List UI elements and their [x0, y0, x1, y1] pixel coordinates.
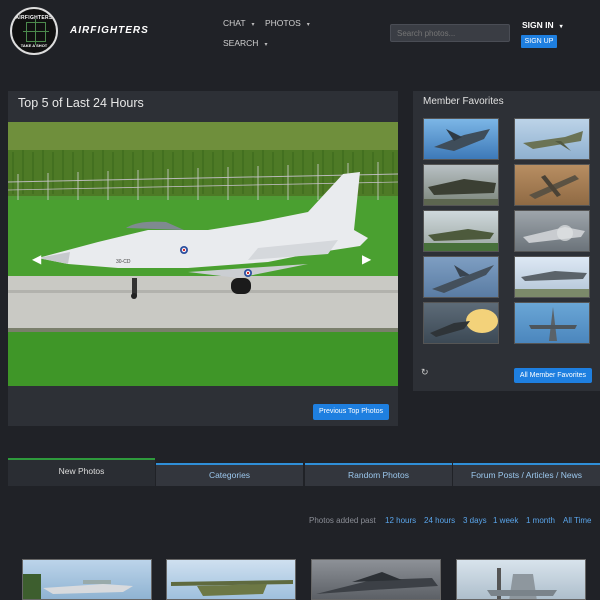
caret-down-icon: ▾	[306, 22, 310, 28]
jet-image	[523, 131, 583, 151]
filter-all-time[interactable]: All Time	[563, 516, 591, 525]
filter-3-days[interactable]: 3 days	[463, 516, 487, 525]
filter-12-hours[interactable]: 12 hours	[385, 516, 416, 525]
logo-top-text: AIRFIGHTERS	[15, 15, 53, 21]
jet-image	[529, 175, 579, 199]
hero-tail-code: 30-CD	[116, 259, 131, 265]
tab-random-photos[interactable]: Random Photos	[305, 463, 452, 486]
nav-search[interactable]: SEARCH ▾	[223, 38, 267, 48]
aircraft-image	[171, 580, 293, 596]
aircraft-image	[316, 572, 438, 594]
jet-image	[424, 179, 498, 205]
member-favorites-title: Member Favorites	[423, 96, 504, 107]
jet-image	[523, 225, 585, 243]
favorite-thumbnail[interactable]	[514, 210, 590, 252]
top5-title: Top 5 of Last 24 Hours	[18, 96, 144, 110]
site-logo[interactable]: AIRFIGHTERS TAKE A SHOT	[10, 7, 58, 55]
chevron-right-icon[interactable]: ▶	[362, 252, 371, 266]
nav-search-label: SEARCH	[223, 38, 259, 48]
jet-image	[529, 307, 577, 341]
favorite-thumbnail[interactable]	[423, 302, 499, 344]
signin-label: SIGN IN	[522, 20, 554, 30]
search-input[interactable]	[390, 24, 510, 42]
signup-button[interactable]: SIGN UP	[521, 35, 557, 48]
new-photo-thumbnail[interactable]	[22, 559, 152, 600]
brand-name[interactable]: AIRFIGHTERS	[70, 25, 149, 36]
refresh-icon[interactable]: ↻	[421, 367, 429, 378]
jet-image	[424, 229, 498, 251]
favorite-thumbnail[interactable]	[514, 302, 590, 344]
signin-menu[interactable]: SIGN IN ▾	[522, 20, 563, 30]
favorite-thumbnail[interactable]	[423, 164, 499, 206]
jet-image	[432, 265, 494, 293]
tab-new-photos[interactable]: New Photos	[8, 458, 155, 486]
new-photo-thumbnail[interactable]	[456, 559, 586, 600]
jet-image	[434, 129, 490, 151]
jet-image	[515, 271, 589, 297]
nav-photos[interactable]: PHOTOS ▾	[265, 18, 310, 28]
tab-categories[interactable]: Categories	[156, 463, 303, 486]
favorite-thumbnail[interactable]	[514, 118, 590, 160]
favorite-thumbnail[interactable]	[423, 118, 499, 160]
favorite-thumbnail[interactable]	[423, 256, 499, 298]
hero-photo-image: 30-CD	[8, 122, 398, 386]
nav-chat-label: CHAT	[223, 18, 246, 28]
nav-photos-label: PHOTOS	[265, 18, 301, 28]
favorite-thumbnail[interactable]	[423, 210, 499, 252]
chevron-left-icon[interactable]: ◀	[32, 252, 41, 266]
all-member-favorites-button[interactable]: All Member Favorites	[514, 368, 592, 383]
photos-added-label: Photos added past	[309, 516, 376, 525]
crosshair-icon	[23, 19, 49, 45]
aircraft-image	[23, 574, 133, 599]
filter-1-month[interactable]: 1 month	[526, 516, 555, 525]
aircraft-image	[487, 568, 557, 599]
tab-forum-posts[interactable]: Forum Posts / Articles / News	[453, 463, 600, 486]
new-photo-thumbnail[interactable]	[311, 559, 441, 600]
jet-image	[430, 309, 498, 337]
previous-top-photos-button[interactable]: Previous Top Photos	[313, 404, 389, 420]
new-photo-thumbnail[interactable]	[166, 559, 296, 600]
logo-bottom-text: TAKE A SHOT	[20, 43, 48, 48]
favorite-thumbnail[interactable]	[514, 164, 590, 206]
caret-down-icon: ▾	[251, 22, 255, 28]
filter-1-week[interactable]: 1 week	[493, 516, 518, 525]
favorite-thumbnail[interactable]	[514, 256, 590, 298]
caret-down-icon: ▾	[264, 42, 268, 48]
filter-24-hours[interactable]: 24 hours	[424, 516, 455, 525]
nav-chat[interactable]: CHAT ▾	[223, 18, 255, 28]
hero-photo[interactable]: 30-CD	[8, 122, 398, 386]
caret-down-icon: ▾	[559, 24, 563, 30]
